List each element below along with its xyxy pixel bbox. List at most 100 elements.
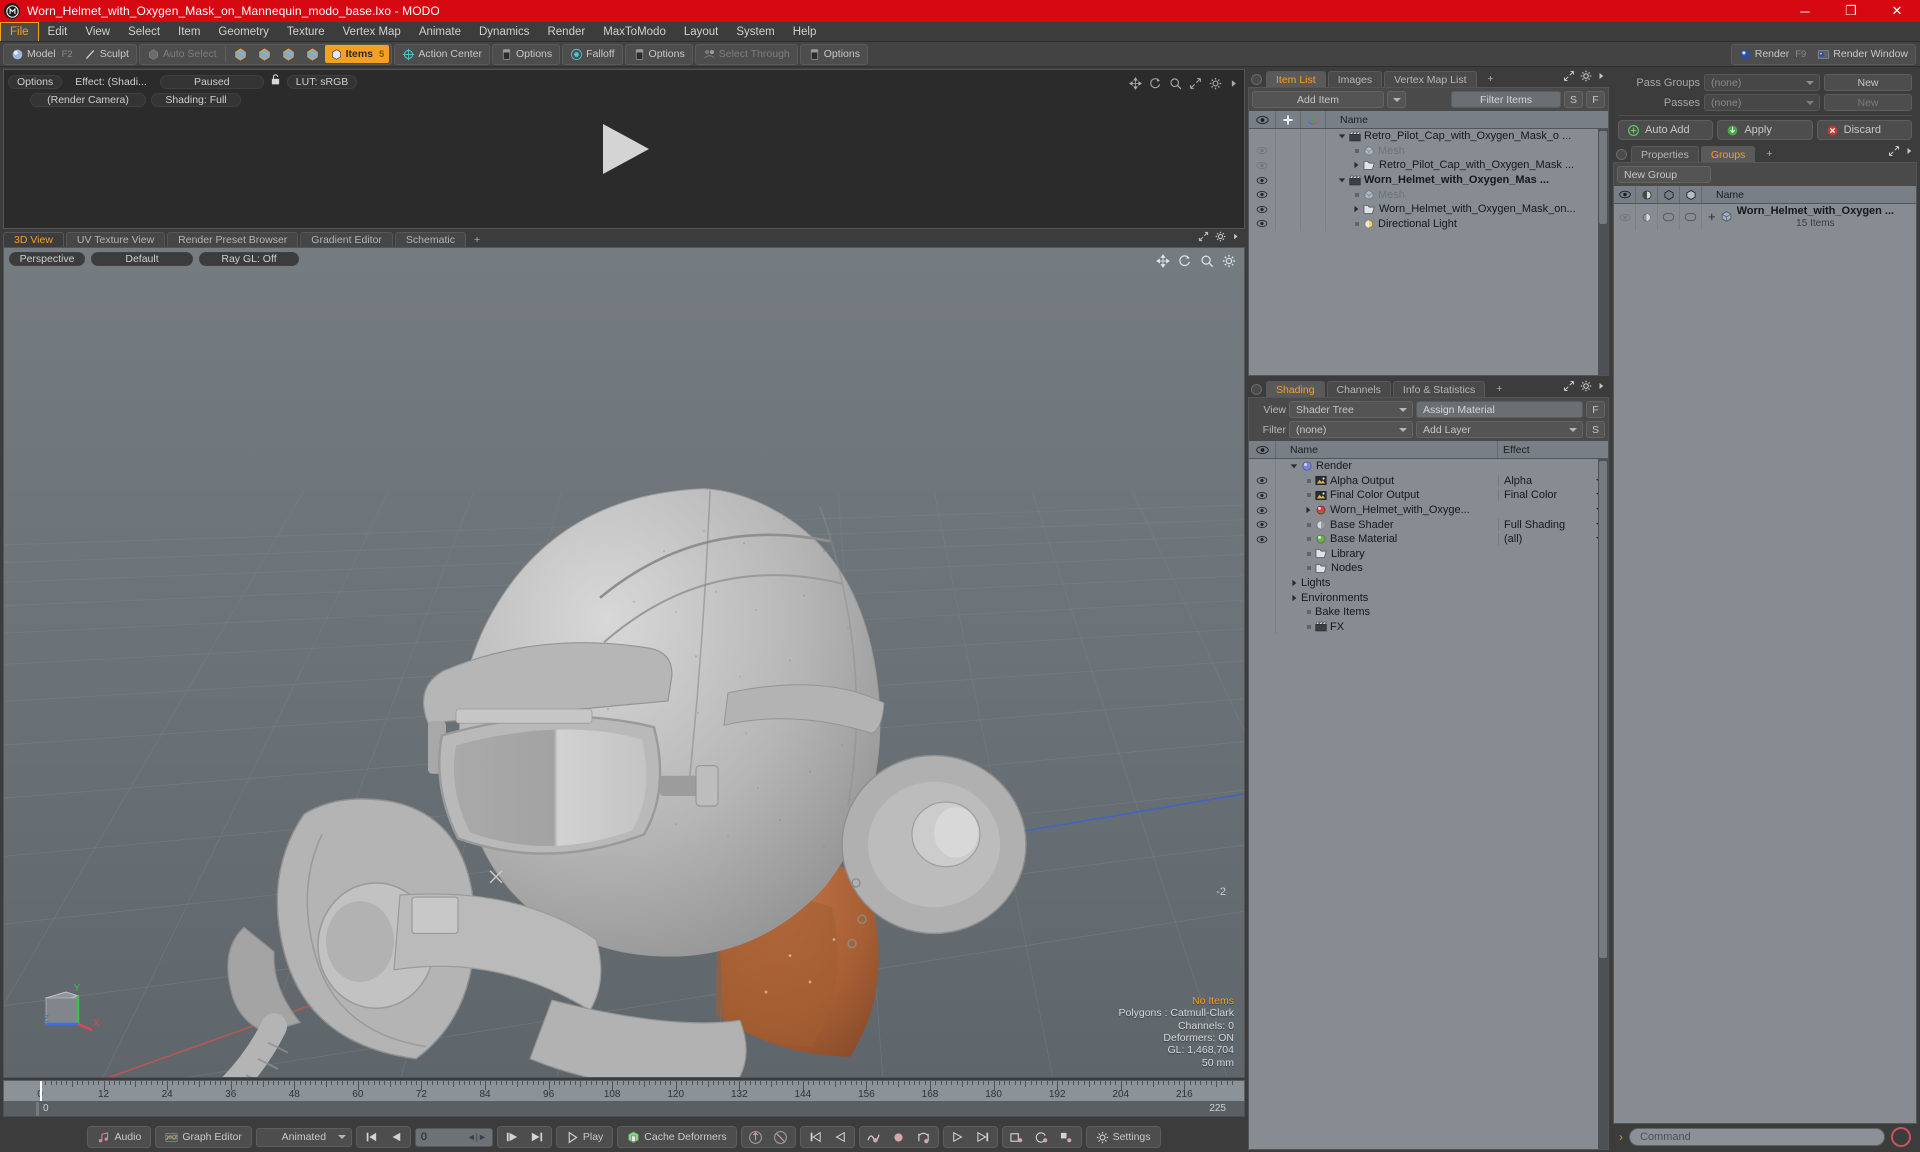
new-pass-group-button[interactable]: New — [1824, 74, 1912, 91]
passes-dropdown[interactable]: (none) — [1704, 94, 1820, 111]
polygon-mode-icon-button[interactable] — [277, 45, 300, 63]
audio-button[interactable]: Audio — [90, 1128, 148, 1147]
ray-gl-button[interactable]: Ray GL: Off — [199, 252, 299, 266]
delete-key-button[interactable] — [912, 1128, 936, 1147]
row-twisty-icon[interactable] — [1351, 205, 1360, 213]
key-cycle-button[interactable] — [1030, 1128, 1054, 1147]
row-transform-toggle[interactable] — [1301, 187, 1326, 202]
shading-list-row[interactable]: FX — [1249, 619, 1608, 635]
next-key-button[interactable] — [946, 1128, 970, 1147]
add-item-button[interactable]: Add Item — [1252, 91, 1384, 108]
settings-button[interactable]: Settings — [1089, 1128, 1158, 1147]
row-visibility-toggle[interactable] — [1249, 531, 1276, 547]
menu-item-system[interactable]: System — [727, 22, 783, 41]
panel-menu-dot-icon[interactable] — [1616, 149, 1627, 160]
key-filter-button[interactable] — [769, 1128, 793, 1147]
row-lock-toggle[interactable] — [1276, 143, 1301, 159]
menu-item-item[interactable]: Item — [169, 22, 209, 41]
shading-s-button[interactable]: S — [1586, 421, 1605, 438]
edge-mode-icon-button[interactable] — [253, 45, 276, 63]
timeline-range-bar[interactable]: 0 225 — [3, 1102, 1245, 1117]
prev-key-button[interactable] — [828, 1128, 852, 1147]
step-back-button[interactable] — [384, 1128, 408, 1147]
add-tab-button[interactable]: + — [1487, 381, 1511, 397]
item-list-row[interactable]: Mesh — [1249, 143, 1608, 159]
expand-viewport-icon[interactable] — [1189, 77, 1202, 90]
shading-name-cell[interactable]: FX — [1276, 621, 1498, 633]
add-tab-button[interactable]: + — [1479, 71, 1503, 87]
panel-menu-arrow-icon[interactable] — [1597, 379, 1605, 397]
header-render-icon[interactable] — [1680, 186, 1702, 203]
row-twisty-icon[interactable] — [1289, 462, 1298, 470]
item-list-row[interactable]: Worn_Helmet_with_Oxygen_Mask_on... — [1249, 201, 1608, 217]
zoom-viewport-icon[interactable] — [1169, 77, 1182, 90]
effect-cell[interactable]: (all) — [1498, 533, 1608, 546]
auto-add-button[interactable]: Auto Add — [1618, 120, 1714, 140]
row-twisty-icon[interactable] — [1303, 551, 1312, 556]
shading-list-row[interactable]: Nodes — [1249, 561, 1608, 576]
shading-style-button[interactable]: Default — [91, 252, 193, 266]
render-button[interactable]: Render F9 — [1734, 45, 1812, 63]
row-visibility-toggle[interactable] — [1249, 619, 1276, 635]
menu-item-edit[interactable]: Edit — [39, 22, 77, 41]
panel-menu-dot-icon[interactable] — [1251, 384, 1262, 395]
range-start-handle[interactable] — [36, 1102, 39, 1116]
item-name-cell[interactable]: Retro_Pilot_Cap_with_Oxygen_Mask_o ... — [1326, 130, 1608, 142]
panel-menu-dot-icon[interactable] — [1251, 74, 1262, 85]
shading-name-cell[interactable]: Environments — [1276, 592, 1498, 604]
menu-item-file[interactable]: File — [0, 22, 39, 41]
rotate-viewport-icon[interactable] — [1149, 77, 1162, 90]
menu-item-texture[interactable]: Texture — [278, 22, 334, 41]
panel-menu-arrow-icon[interactable] — [1905, 144, 1913, 162]
timeline[interactable]: 0 12 24 36 48 60 72 84 96 108 120 132 144 156 168 180 19… — [3, 1078, 1245, 1122]
row-twisty-icon[interactable] — [1303, 478, 1312, 483]
shading-list-row[interactable]: Lights — [1249, 575, 1608, 591]
row-twisty-icon[interactable] — [1289, 579, 1298, 587]
preview-camera-button[interactable]: (Render Camera) — [30, 93, 146, 107]
header-visibility-icon[interactable] — [1614, 186, 1636, 203]
shading-list-scrollbar[interactable] — [1598, 459, 1608, 1149]
gear-icon[interactable] — [1222, 254, 1236, 273]
viewport-menu-arrow-icon[interactable] — [1232, 229, 1239, 247]
shading-name-cell[interactable]: Nodes — [1276, 562, 1498, 574]
row-twisty-icon[interactable] — [1303, 624, 1312, 629]
header-visibility-icon[interactable] — [1249, 111, 1276, 128]
shading-list-row[interactable]: Bake Items — [1249, 604, 1608, 620]
add-item-dropdown[interactable] — [1387, 91, 1406, 108]
falloff-options-button[interactable]: Options — [628, 45, 690, 63]
cache-deformers-button[interactable]: Cache Deformers — [620, 1128, 733, 1147]
expand-plus-icon[interactable]: + — [1708, 209, 1716, 224]
row-lock-toggle[interactable] — [1276, 216, 1301, 232]
expand-viewport-icon[interactable] — [1198, 229, 1209, 247]
menu-item-help[interactable]: Help — [784, 22, 826, 41]
row-transform-toggle[interactable] — [1301, 143, 1326, 159]
move-viewport-icon[interactable] — [1156, 254, 1170, 273]
shading-name-cell[interactable]: Bake Items — [1276, 606, 1498, 618]
row-transform-toggle[interactable] — [1301, 172, 1326, 188]
row-visibility-toggle[interactable] — [1249, 143, 1276, 159]
expand-panel-icon[interactable] — [1563, 69, 1575, 87]
menu-item-maxtomodo[interactable]: MaxToModo — [594, 22, 675, 41]
menu-item-select[interactable]: Select — [119, 22, 169, 41]
row-visibility-toggle[interactable] — [1249, 172, 1276, 188]
minimize-button[interactable]: ─ — [1782, 0, 1828, 22]
shading-list-row[interactable]: Base Material (all) — [1249, 531, 1608, 547]
row-transform-toggle[interactable] — [1301, 129, 1326, 144]
preview-lock-icon[interactable] — [269, 73, 282, 91]
go-to-end-button[interactable] — [525, 1128, 549, 1147]
row-twisty-icon[interactable] — [1303, 506, 1312, 514]
select-through-button[interactable]: Select Through — [698, 45, 795, 63]
item-name-cell[interactable]: Mesh — [1326, 189, 1608, 201]
item-list-row[interactable]: Retro_Pilot_Cap_with_Oxygen_Mask ... — [1249, 158, 1608, 173]
timeline-playhead[interactable] — [40, 1081, 42, 1101]
step-forward-button[interactable] — [500, 1128, 524, 1147]
row-visibility-toggle[interactable] — [1249, 575, 1276, 591]
preview-viewport[interactable]: Options Effect: (Shadi... Paused LUT: sR… — [3, 69, 1245, 229]
row-wireframe-toggle[interactable] — [1658, 204, 1680, 230]
item-name-cell[interactable]: Worn_Helmet_with_Oxygen_Mas ... — [1326, 174, 1608, 186]
shading-list-row[interactable]: Render — [1249, 459, 1608, 474]
item-list-row[interactable]: Mesh — [1249, 187, 1608, 202]
effect-cell[interactable]: Alpha — [1498, 474, 1608, 487]
header-lock-icon[interactable] — [1276, 111, 1301, 128]
falloff-button[interactable]: Falloff — [565, 45, 619, 63]
